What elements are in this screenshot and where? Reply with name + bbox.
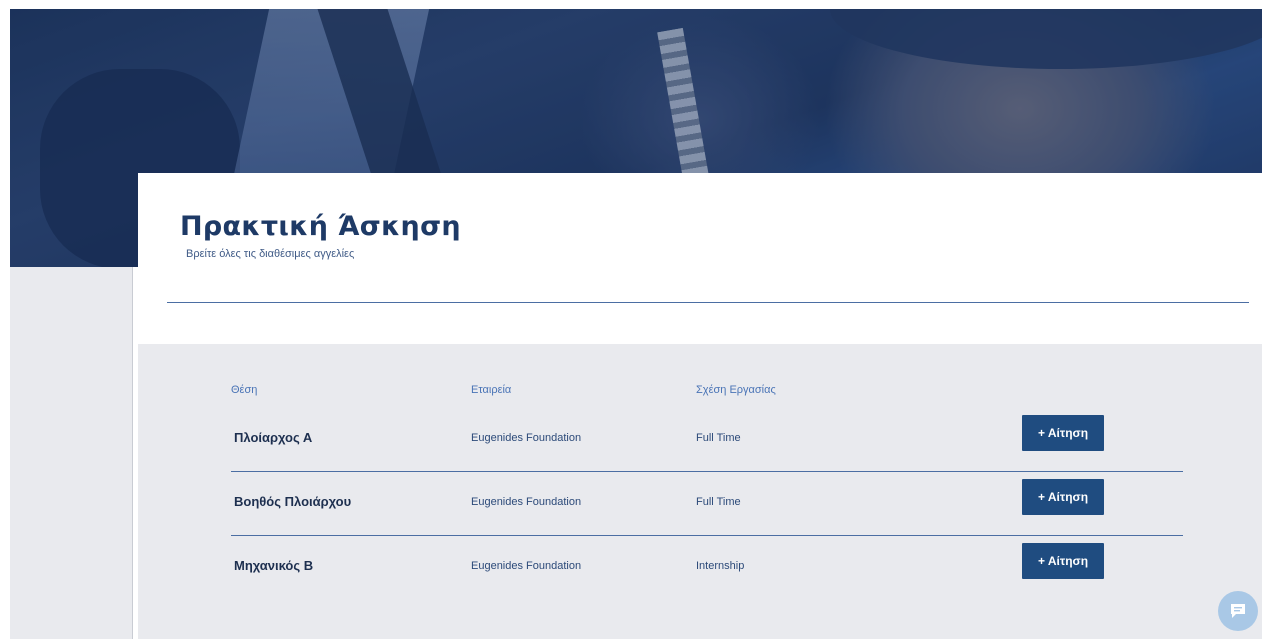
apply-button[interactable]: + Αίτηση xyxy=(1022,543,1104,579)
column-header-position: Θέση xyxy=(231,384,258,396)
chat-button[interactable] xyxy=(1218,591,1258,631)
page-title: Πρακτική Άσκηση xyxy=(180,211,461,242)
column-header-employment-type: Σχέση Εργασίας xyxy=(696,384,776,396)
employment-type: Full Time xyxy=(696,496,741,508)
position-title: Βοηθός Πλοιάρχου xyxy=(234,494,352,509)
left-sidebar-strip xyxy=(10,267,133,639)
position-title: Μηχανικός Β xyxy=(234,558,314,573)
company-name: Eugenides Foundation xyxy=(471,496,582,508)
table-row: Βοηθός Πλοιάρχου Eugenides Foundation Fu… xyxy=(231,472,1183,536)
apply-button[interactable]: + Αίτηση xyxy=(1022,415,1104,451)
employment-type: Full Time xyxy=(696,432,741,444)
page-subtitle: Βρείτε όλες τις διαθέσιμες αγγελίες xyxy=(186,248,355,260)
table-row: Μηχανικός Β Eugenides Foundation Interns… xyxy=(231,536,1183,600)
page-header: Πρακτική Άσκηση Βρείτε όλες τις διαθέσιμ… xyxy=(138,173,1262,344)
job-listing-table: Θέση Εταιρεία Σχέση Εργασίας Πλοίαρχος Α… xyxy=(138,344,1262,639)
table-row: Πλοίαρχος Α Eugenides Foundation Full Ti… xyxy=(231,408,1183,472)
column-header-company: Εταιρεία xyxy=(471,384,512,396)
apply-button[interactable]: + Αίτηση xyxy=(1022,479,1104,515)
position-title: Πλοίαρχος Α xyxy=(234,430,313,445)
employment-type: Internship xyxy=(696,560,745,572)
header-divider xyxy=(167,302,1249,303)
company-name: Eugenides Foundation xyxy=(471,560,582,572)
company-name: Eugenides Foundation xyxy=(471,432,582,444)
chat-icon xyxy=(1231,604,1245,618)
